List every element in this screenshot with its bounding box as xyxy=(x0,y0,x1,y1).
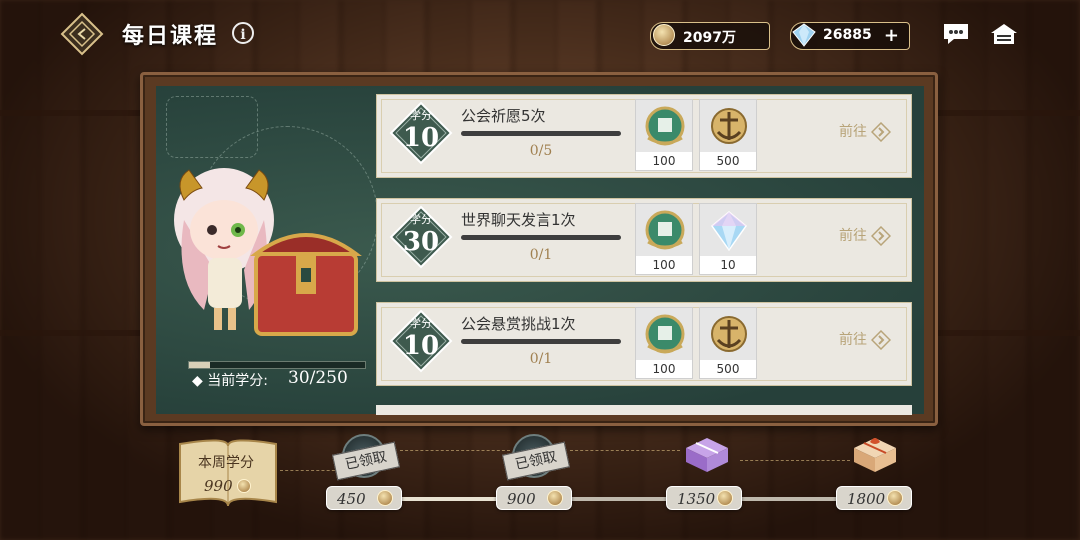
coin-icon xyxy=(377,490,393,506)
gold-amount: 2097万 xyxy=(683,30,736,46)
chevron-right-icon xyxy=(871,122,891,142)
task-card: 学分 30 世界聊天发言1次 0/1 100 10 前往 xyxy=(376,198,912,282)
reward-item[interactable]: 500 xyxy=(699,307,757,379)
chevron-right-icon xyxy=(871,330,891,350)
weekly-credits-label: 本周学分 xyxy=(198,455,254,471)
credits-badge xyxy=(389,309,453,373)
character-with-chest-illustration xyxy=(174,168,362,336)
task-progress-bar xyxy=(461,131,621,136)
guild-emblem-icon xyxy=(636,308,692,360)
diamond-logo-icon xyxy=(60,12,104,56)
milestone-900: 900 xyxy=(496,486,572,510)
dashed-path xyxy=(280,470,340,471)
purple-gift-box-icon[interactable] xyxy=(682,434,732,474)
goto-label: 前往 xyxy=(839,332,867,348)
dashed-path xyxy=(570,450,680,451)
goto-button[interactable]: 前往 xyxy=(839,225,891,246)
milestone-1800: 1800 xyxy=(836,486,912,510)
coin-icon xyxy=(717,490,733,506)
progress-track xyxy=(572,497,670,501)
gem-amount: 26885 xyxy=(823,27,872,43)
reward-item[interactable]: 10 xyxy=(699,203,757,275)
coin-icon xyxy=(547,490,563,506)
dashed-path xyxy=(400,450,510,451)
info-icon[interactable]: i xyxy=(232,22,254,44)
task-card: 学分 10 公会祈愿5次 0/5 100 500 前往 xyxy=(376,94,912,178)
weekly-credits-value: 990 xyxy=(204,477,252,495)
chevron-right-icon xyxy=(871,226,891,246)
task-name: 公会祈愿5次 xyxy=(461,107,546,125)
milestone-1350: 1350 xyxy=(666,486,742,510)
anchor-emblem-icon xyxy=(700,308,756,360)
coin-icon xyxy=(237,479,252,493)
coin-icon xyxy=(653,24,675,46)
weekly-credits-number: 990 xyxy=(204,477,233,495)
weekly-credits-book xyxy=(179,439,277,507)
task-card: 学分 10 公会悬赏挑战1次 0/1 100 500 前往 xyxy=(376,302,912,386)
gem-icon xyxy=(700,204,756,256)
goto-label: 前往 xyxy=(839,228,867,244)
page-title: 每日课程 xyxy=(122,23,219,49)
goto-label: 前往 xyxy=(839,124,867,140)
next-task-card-peek xyxy=(376,405,912,415)
reward-quantity: 100 xyxy=(652,154,676,168)
anchor-emblem-icon xyxy=(700,100,756,152)
task-progress-bar xyxy=(461,235,621,240)
task-name: 世界聊天发言1次 xyxy=(461,211,576,229)
credits-progress-fill xyxy=(189,362,211,368)
home-icon[interactable] xyxy=(990,22,1018,46)
milestone-value: 900 xyxy=(507,490,536,508)
milestone-value: 1800 xyxy=(847,490,886,508)
dashed-path xyxy=(740,460,850,461)
coin-icon xyxy=(887,490,903,506)
gold-resource: 2097万 xyxy=(650,22,770,50)
task-progress-text: 0/1 xyxy=(529,351,553,367)
progress-track xyxy=(400,497,500,501)
gem-resource: 26885 + xyxy=(790,22,910,50)
chat-icon[interactable] xyxy=(942,22,970,46)
task-name: 公会悬赏挑战1次 xyxy=(461,315,576,333)
reward-item[interactable]: 100 xyxy=(635,307,693,379)
orange-gift-box-icon[interactable] xyxy=(850,434,900,474)
milestone-value: 1350 xyxy=(677,490,716,508)
credits-badge xyxy=(389,101,453,165)
credits-label-text: 当前学分: xyxy=(207,373,268,389)
task-progress-text: 0/1 xyxy=(529,247,553,263)
reward-quantity: 500 xyxy=(716,154,740,168)
reward-quantity: 10 xyxy=(720,258,736,272)
guild-emblem-icon xyxy=(636,204,692,256)
progress-track xyxy=(742,497,840,501)
reward-quantity: 100 xyxy=(652,258,676,272)
goto-button[interactable]: 前往 xyxy=(839,329,891,350)
back-button[interactable] xyxy=(60,12,104,56)
credits-value: 30/250 xyxy=(288,368,348,388)
chalk-drawing xyxy=(166,96,258,158)
reward-item[interactable]: 100 xyxy=(635,99,693,171)
guild-emblem-icon xyxy=(636,100,692,152)
reward-item[interactable]: 500 xyxy=(699,99,757,171)
reward-item[interactable]: 100 xyxy=(635,203,693,275)
goto-button[interactable]: 前往 xyxy=(839,121,891,142)
gem-icon xyxy=(792,23,816,47)
add-gem-button[interactable]: + xyxy=(884,25,899,46)
milestone-450: 450 xyxy=(326,486,402,510)
milestone-value: 450 xyxy=(337,490,366,508)
reward-quantity: 500 xyxy=(716,362,740,376)
reward-quantity: 100 xyxy=(652,362,676,376)
credits-badge xyxy=(389,205,453,269)
credits-label: ◆ 当前学分: xyxy=(192,373,268,389)
task-progress-text: 0/5 xyxy=(529,143,553,159)
task-progress-bar xyxy=(461,339,621,344)
